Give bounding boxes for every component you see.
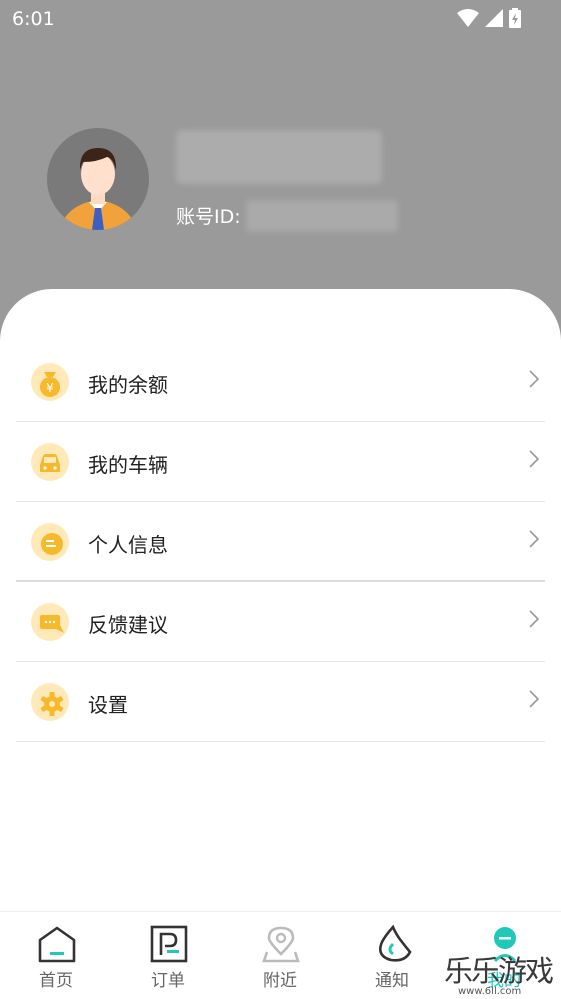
menu-item-label: 个人信息 xyxy=(88,533,168,557)
avatar-person-icon xyxy=(59,148,137,230)
money-bag-icon: ¥ xyxy=(31,363,69,401)
status-bar: 6:01 xyxy=(0,0,561,38)
menu-item-balance[interactable]: ¥ 我的余额 xyxy=(16,342,545,422)
chevron-right-icon xyxy=(529,530,539,548)
profile-menu: ¥ 我的余额 我的车辆 个人信息 反馈建议 设置 xyxy=(16,342,545,742)
chevron-right-icon xyxy=(529,690,539,708)
status-icons xyxy=(457,8,521,28)
watermark-url: www.6ll.com xyxy=(458,986,522,997)
avatar[interactable] xyxy=(47,128,149,230)
wifi-icon xyxy=(457,9,479,27)
account-id-blurred xyxy=(246,200,398,232)
chevron-right-icon xyxy=(529,370,539,388)
location-pin-icon xyxy=(262,926,300,963)
home-icon xyxy=(38,926,76,963)
tab-label: 首页 xyxy=(39,971,73,991)
menu-item-feedback[interactable]: 反馈建议 xyxy=(16,582,545,662)
gear-icon xyxy=(31,683,69,721)
account-id-label: 账号ID: xyxy=(176,206,241,228)
tab-label: 通知 xyxy=(375,971,409,991)
chat-bubble-icon xyxy=(31,603,69,641)
tab-nearby[interactable]: 附近 xyxy=(224,912,336,999)
menu-item-label: 我的余额 xyxy=(88,373,168,397)
tab-label: 附近 xyxy=(263,971,297,991)
site-watermark: 乐乐游戏 www.6ll.com xyxy=(444,948,561,999)
menu-item-personal-info[interactable]: 个人信息 xyxy=(16,502,545,582)
svg-text:¥: ¥ xyxy=(46,381,54,395)
menu-item-label: 反馈建议 xyxy=(88,613,168,637)
watermark-text: 乐乐游戏 xyxy=(444,954,554,988)
chevron-right-icon xyxy=(529,450,539,468)
tab-home[interactable]: 首页 xyxy=(0,912,112,999)
tab-notifications[interactable]: 通知 xyxy=(336,912,448,999)
menu-item-label: 我的车辆 xyxy=(88,453,168,477)
signal-icon xyxy=(485,9,503,27)
menu-item-settings[interactable]: 设置 xyxy=(16,662,545,742)
profile-card-icon xyxy=(31,523,69,561)
status-time: 6:01 xyxy=(12,8,55,30)
menu-item-vehicles[interactable]: 我的车辆 xyxy=(16,422,545,502)
chevron-right-icon xyxy=(529,610,539,628)
notification-icon xyxy=(379,924,412,962)
battery-icon xyxy=(509,8,521,28)
parking-ticket-icon xyxy=(150,925,188,963)
menu-item-label: 设置 xyxy=(88,693,128,717)
car-icon xyxy=(31,443,69,481)
tab-orders[interactable]: 订单 xyxy=(112,912,224,999)
tab-label: 订单 xyxy=(151,971,185,991)
username-blurred xyxy=(176,130,382,184)
